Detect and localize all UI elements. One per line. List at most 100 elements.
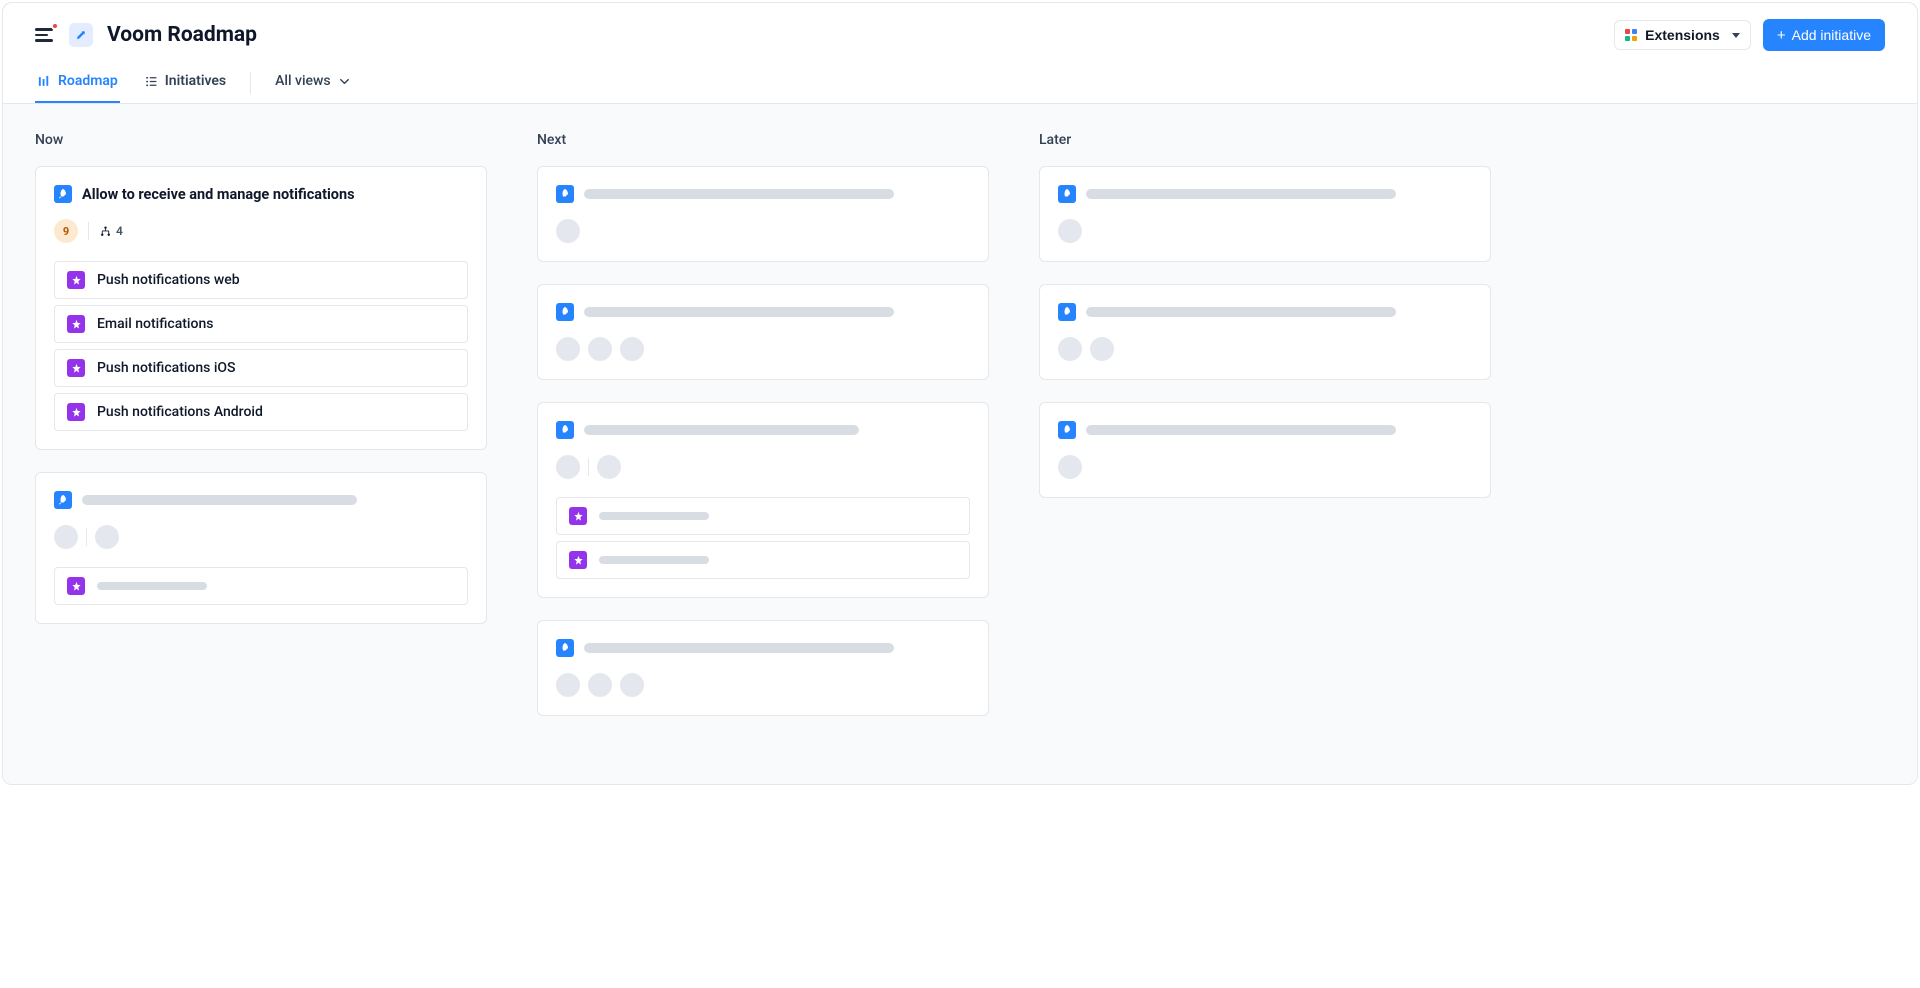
column-next-title: Next bbox=[537, 132, 989, 148]
chevron-down-icon bbox=[337, 74, 352, 89]
star-icon bbox=[569, 551, 587, 569]
placeholder-avatar bbox=[54, 525, 78, 549]
extensions-icon bbox=[1625, 29, 1637, 41]
rocket-icon bbox=[1058, 421, 1076, 439]
initiative-card-placeholder[interactable] bbox=[537, 284, 989, 380]
initiative-card-placeholder[interactable] bbox=[1039, 166, 1491, 262]
rocket-icon bbox=[1058, 185, 1076, 203]
placeholder-line bbox=[1086, 307, 1396, 317]
placeholder-line bbox=[1086, 189, 1396, 199]
initiative-card-placeholder[interactable] bbox=[1039, 402, 1491, 498]
placeholder-avatar bbox=[588, 337, 612, 361]
meta-divider bbox=[88, 222, 89, 240]
chevron-down-icon bbox=[1732, 33, 1740, 38]
initiative-card-placeholder[interactable] bbox=[537, 620, 989, 716]
page-title: Voom Roadmap bbox=[107, 23, 257, 47]
rocket-icon bbox=[54, 185, 72, 203]
tab-all-views-label: All views bbox=[275, 73, 331, 89]
column-now-title: Now bbox=[35, 132, 487, 148]
rocket-icon bbox=[556, 185, 574, 203]
meta-divider bbox=[588, 458, 589, 476]
placeholder-avatar bbox=[556, 219, 580, 243]
placeholder-line bbox=[584, 189, 894, 199]
board: Now Allow to receive and manage notifica… bbox=[3, 104, 1917, 784]
subitem[interactable]: Push notifications web bbox=[54, 261, 468, 299]
extensions-button[interactable]: Extensions bbox=[1614, 20, 1751, 50]
tab-divider bbox=[250, 72, 251, 94]
placeholder-avatar bbox=[1058, 455, 1082, 479]
tab-initiatives-label: Initiatives bbox=[165, 73, 226, 89]
placeholder-avatar bbox=[597, 455, 621, 479]
placeholder-line bbox=[82, 495, 357, 505]
hierarchy-count: 4 bbox=[99, 224, 123, 238]
placeholder-avatar bbox=[556, 673, 580, 697]
meta-divider bbox=[86, 528, 87, 546]
initiative-card-placeholder[interactable] bbox=[537, 166, 989, 262]
subitem-placeholder[interactable] bbox=[54, 567, 468, 605]
subitem[interactable]: Email notifications bbox=[54, 305, 468, 343]
rocket-icon bbox=[556, 421, 574, 439]
placeholder-line bbox=[584, 425, 859, 435]
column-later-title: Later bbox=[1039, 132, 1491, 148]
placeholder-avatar bbox=[588, 673, 612, 697]
rocket-icon bbox=[556, 303, 574, 321]
subitem-label: Push notifications iOS bbox=[97, 360, 236, 376]
tab-all-views[interactable]: All views bbox=[273, 63, 354, 103]
plus-icon: + bbox=[1777, 28, 1786, 43]
initiative-card-notifications[interactable]: Allow to receive and manage notification… bbox=[35, 166, 487, 450]
add-initiative-label: Add initiative bbox=[1792, 27, 1871, 43]
subitem[interactable]: Push notifications Android bbox=[54, 393, 468, 431]
subitem-label: Push notifications web bbox=[97, 272, 240, 288]
subitem-placeholder[interactable] bbox=[556, 497, 970, 535]
menu-toggle[interactable] bbox=[35, 25, 55, 45]
subitem-label: Push notifications Android bbox=[97, 404, 263, 420]
star-icon bbox=[67, 403, 85, 421]
placeholder-line bbox=[584, 643, 894, 653]
rocket-icon bbox=[556, 639, 574, 657]
extensions-label: Extensions bbox=[1645, 27, 1720, 43]
star-icon bbox=[67, 577, 85, 595]
placeholder-line bbox=[1086, 425, 1396, 435]
workspace-icon bbox=[69, 23, 93, 47]
column-now: Now Allow to receive and manage notifica… bbox=[35, 132, 487, 756]
placeholder-avatar bbox=[1058, 337, 1082, 361]
add-initiative-button[interactable]: + Add initiative bbox=[1763, 19, 1885, 51]
placeholder-avatar bbox=[1090, 337, 1114, 361]
rocket-icon bbox=[1058, 303, 1076, 321]
topbar-right: Extensions + Add initiative bbox=[1614, 19, 1885, 51]
subitem-placeholder[interactable] bbox=[556, 541, 970, 579]
placeholder-avatar bbox=[95, 525, 119, 549]
star-icon bbox=[67, 271, 85, 289]
placeholder-line bbox=[599, 512, 709, 520]
column-next: Next bbox=[537, 132, 989, 756]
subitem[interactable]: Push notifications iOS bbox=[54, 349, 468, 387]
placeholder-avatar bbox=[620, 673, 644, 697]
initiative-card-placeholder[interactable] bbox=[537, 402, 989, 598]
placeholder-line bbox=[599, 556, 709, 564]
initiative-card-placeholder[interactable] bbox=[35, 472, 487, 624]
placeholder-avatar bbox=[620, 337, 644, 361]
app-frame: Voom Roadmap Extensions + Add initiative… bbox=[2, 2, 1918, 785]
initiative-title: Allow to receive and manage notification… bbox=[82, 186, 355, 203]
initiative-card-placeholder[interactable] bbox=[1039, 284, 1491, 380]
placeholder-line bbox=[584, 307, 894, 317]
column-later: Later bbox=[1039, 132, 1491, 756]
topbar: Voom Roadmap Extensions + Add initiative bbox=[3, 3, 1917, 51]
tab-roadmap-label: Roadmap bbox=[58, 73, 118, 89]
notification-dot bbox=[51, 22, 59, 30]
hierarchy-icon bbox=[99, 225, 112, 238]
tab-roadmap[interactable]: Roadmap bbox=[35, 63, 120, 103]
tab-initiatives[interactable]: Initiatives bbox=[142, 63, 228, 103]
star-icon bbox=[569, 507, 587, 525]
subitems: Push notifications web Email notificatio… bbox=[54, 261, 468, 431]
roadmap-icon bbox=[37, 74, 52, 89]
hierarchy-count-value: 4 bbox=[116, 224, 123, 238]
placeholder-avatar bbox=[1058, 219, 1082, 243]
star-icon bbox=[67, 315, 85, 333]
star-icon bbox=[67, 359, 85, 377]
tabs: Roadmap Initiatives All views bbox=[3, 63, 1917, 104]
placeholder-avatar bbox=[556, 455, 580, 479]
placeholder-avatar bbox=[556, 337, 580, 361]
initiative-meta: 9 4 bbox=[54, 219, 468, 243]
subitem-label: Email notifications bbox=[97, 316, 213, 332]
